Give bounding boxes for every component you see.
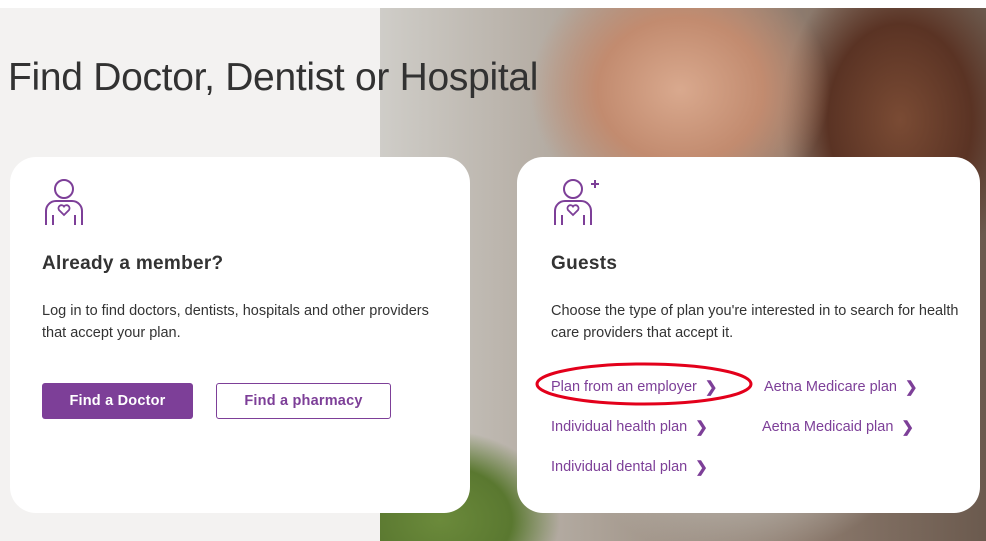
aetna-medicaid-plan-label: Aetna Medicaid plan: [762, 419, 894, 435]
individual-dental-plan-link[interactable]: Individual dental plan ❯: [551, 458, 708, 476]
person-heart-plus-icon: [554, 179, 599, 225]
plan-from-employer-link[interactable]: Plan from an employer ❯: [551, 378, 717, 396]
individual-dental-plan-label: Individual dental plan: [551, 459, 688, 475]
chevron-right-icon: ❯: [905, 379, 918, 396]
find-doctor-button[interactable]: Find a Doctor: [42, 383, 193, 419]
chevron-right-icon: ❯: [695, 419, 708, 436]
member-description: Log in to find doctors, dentists, hospit…: [42, 303, 429, 341]
individual-health-plan-label: Individual health plan: [551, 419, 688, 435]
individual-health-plan-link[interactable]: Individual health plan ❯: [551, 418, 708, 436]
guest-card: Guests Choose the type of plan you're in…: [517, 157, 980, 513]
member-card: Already a member? Log in to find doctors…: [10, 157, 470, 513]
plan-from-employer-label: Plan from an employer: [551, 379, 697, 395]
aetna-medicare-plan-label: Aetna Medicare plan: [764, 379, 897, 395]
member-heading: Already a member?: [42, 253, 224, 274]
page-title: Find Doctor, Dentist or Hospital: [8, 56, 539, 99]
top-band: [0, 0, 986, 8]
chevron-right-icon: ❯: [695, 459, 708, 476]
guests-description: Choose the type of plan you're intereste…: [551, 303, 959, 341]
aetna-medicare-plan-link[interactable]: Aetna Medicare plan ❯: [764, 378, 918, 396]
aetna-medicaid-plan-link[interactable]: Aetna Medicaid plan ❯: [762, 418, 914, 436]
person-heart-icon: [45, 179, 83, 225]
chevron-right-icon: ❯: [704, 379, 718, 396]
chevron-right-icon: ❯: [901, 419, 914, 436]
guests-heading: Guests: [551, 253, 618, 274]
find-pharmacy-button[interactable]: Find a pharmacy: [216, 383, 391, 419]
